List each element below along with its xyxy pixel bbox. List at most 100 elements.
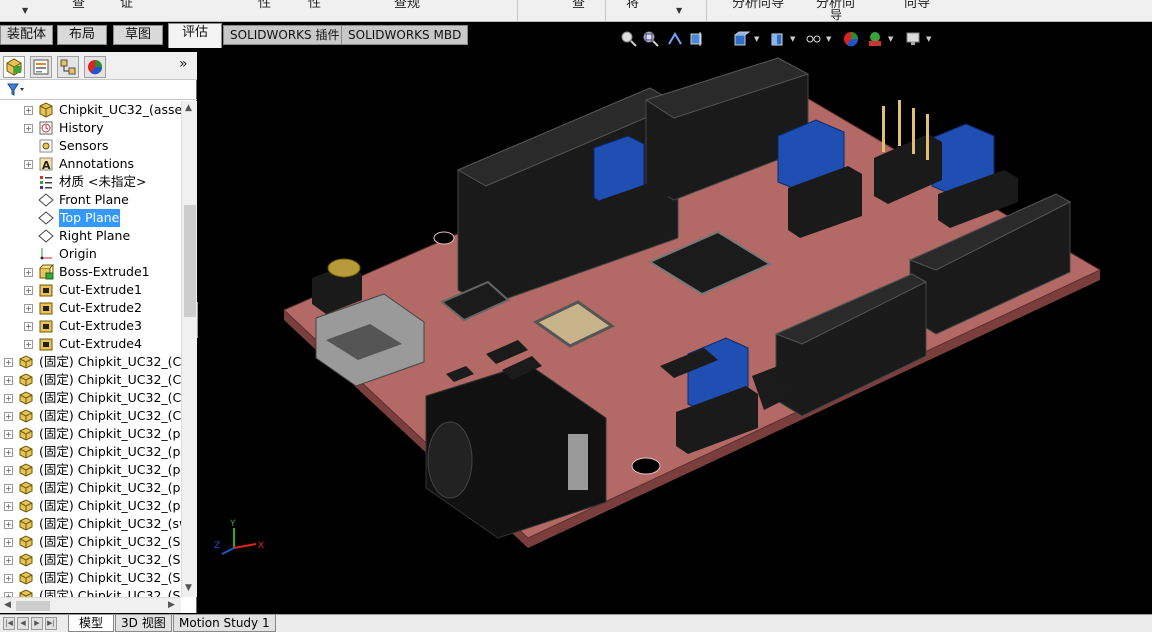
expand-icon[interactable]: + — [24, 304, 33, 313]
chevron-down-icon[interactable]: ▼ — [22, 6, 28, 15]
ribbon-fragment[interactable]: 性 — [308, 0, 321, 11]
filter-icon[interactable] — [6, 82, 26, 101]
pcb-3d-model[interactable]: X Y Z — [198, 48, 1152, 613]
tree-item[interactable]: + (固定) Chipkit_UC32_(Co — [0, 389, 181, 407]
ribbon-fragment[interactable]: 查 — [572, 0, 585, 11]
ribbon-fragment[interactable]: 向导 — [904, 0, 930, 11]
first-tab-button[interactable]: |◀ — [3, 617, 15, 630]
property-manager-icon[interactable] — [30, 56, 52, 78]
tree-vertical-scrollbar[interactable]: ▲ ▼ — [181, 101, 197, 597]
scroll-right-icon[interactable]: ▶ — [168, 600, 175, 610]
tree-item[interactable]: + (固定) Chipkit_UC32_(Co — [0, 407, 181, 425]
tree-item[interactable]: + (固定) Chipkit_UC32_(pin — [0, 461, 181, 479]
tree-item[interactable]: + (固定) Chipkit_UC32_(pin — [0, 479, 181, 497]
scroll-left-icon[interactable]: ◀ — [4, 600, 11, 610]
display-manager-icon[interactable] — [84, 56, 106, 78]
ribbon-fragment[interactable]: 分析向导 — [732, 0, 784, 11]
chevron-down-icon[interactable]: ▼ — [676, 6, 682, 15]
expand-icon[interactable]: + — [4, 574, 13, 583]
scroll-down-icon[interactable]: ▼ — [185, 583, 192, 593]
tree-item[interactable]: Top Plane — [0, 209, 181, 227]
tree-item[interactable]: + (固定) Chipkit_UC32_(Sot — [0, 587, 181, 597]
tree-item[interactable]: + (固定) Chipkit_UC32_(Sot — [0, 551, 181, 569]
apply-scene-icon[interactable] — [866, 30, 884, 48]
tree-item[interactable]: Right Plane — [0, 227, 181, 245]
section-view-icon[interactable] — [688, 30, 706, 48]
tab-motion-study-1[interactable]: Motion Study 1 — [173, 615, 276, 632]
expand-icon[interactable]: + — [4, 376, 13, 385]
tree-item[interactable]: + History — [0, 119, 181, 137]
ribbon-fragment[interactable]: 导 — [830, 6, 842, 21]
tab-sketch[interactable]: 草图 — [113, 25, 164, 45]
tree-item[interactable]: Front Plane — [0, 191, 181, 209]
expand-icon[interactable]: + — [24, 286, 33, 295]
scroll-up-icon[interactable]: ▲ — [185, 103, 192, 113]
tree-item[interactable]: + (固定) Chipkit_UC32_(pin — [0, 497, 181, 515]
tree-item[interactable]: Origin — [0, 245, 181, 263]
configuration-manager-icon[interactable] — [57, 56, 79, 78]
expand-icon[interactable]: + — [4, 466, 13, 475]
graphics-area[interactable]: X Y Z — [198, 48, 1152, 613]
view-settings-icon[interactable] — [904, 30, 922, 48]
tree-item[interactable]: + (固定) Chipkit_UC32_(swi — [0, 515, 181, 533]
expand-icon[interactable]: + — [4, 358, 13, 367]
expand-icon[interactable]: + — [24, 124, 33, 133]
tree-item[interactable]: + A Annotations — [0, 155, 181, 173]
expand-icon[interactable]: + — [24, 268, 33, 277]
expand-icon[interactable]: + — [4, 448, 13, 457]
tab-3d-views[interactable]: 3D 视图 — [115, 615, 172, 632]
tree-item[interactable]: + Cut-Extrude2 — [0, 299, 181, 317]
expand-icon[interactable]: + — [4, 412, 13, 421]
zoom-to-area-icon[interactable] — [642, 30, 660, 48]
tree-item[interactable]: + (固定) Chipkit_UC32_(Sot — [0, 569, 181, 587]
hide-show-items-icon[interactable] — [804, 30, 822, 48]
tab-model[interactable]: 模型 — [68, 615, 115, 632]
expand-icon[interactable]: + — [24, 340, 33, 349]
prev-tab-button[interactable]: ◀ — [17, 617, 29, 630]
feature-manager-icon[interactable] — [3, 56, 25, 78]
expand-icon[interactable]: + — [24, 322, 33, 331]
tree-horizontal-scrollbar[interactable]: ◀ ▶ — [0, 597, 181, 613]
expand-icon[interactable]: + — [4, 538, 13, 547]
panel-more-button[interactable]: » — [179, 56, 188, 72]
tab-evaluate[interactable]: 评估 — [168, 23, 223, 48]
tree-item[interactable]: + (固定) Chipkit_UC32_(Co — [0, 371, 181, 389]
tree-item[interactable]: + (固定) Chipkit_UC32_(pin — [0, 425, 181, 443]
ribbon-fragment[interactable]: 证 — [120, 0, 133, 11]
expand-icon[interactable]: + — [4, 520, 13, 529]
expand-icon[interactable]: + — [4, 484, 13, 493]
tab-assembly[interactable]: 装配体 — [0, 25, 54, 45]
view-orientation-icon[interactable] — [732, 30, 751, 48]
scrollbar-thumb[interactable] — [16, 601, 50, 611]
tree-item[interactable]: + Cut-Extrude1 — [0, 281, 181, 299]
tree-item[interactable]: + Chipkit_UC32_(assem — [0, 101, 181, 119]
expand-icon[interactable]: + — [4, 502, 13, 511]
tree-item[interactable]: 材质 <未指定> — [0, 173, 181, 191]
zoom-to-fit-icon[interactable] — [620, 30, 638, 48]
tree-item[interactable]: + Cut-Extrude3 — [0, 317, 181, 335]
ribbon-fragment[interactable]: 将 — [626, 0, 639, 11]
edit-appearance-icon[interactable] — [842, 30, 860, 48]
tree-item[interactable]: + (固定) Chipkit_UC32_(Sm — [0, 533, 181, 551]
tree-item[interactable]: + (固定) Chipkit_UC32_(pin — [0, 443, 181, 461]
expand-icon[interactable]: + — [4, 430, 13, 439]
ribbon-fragment[interactable]: 查 — [72, 0, 85, 11]
display-style-icon[interactable] — [768, 30, 786, 48]
previous-view-icon[interactable] — [666, 30, 684, 48]
expand-icon[interactable]: + — [4, 394, 13, 403]
tree-item[interactable]: + (固定) Chipkit_UC32_(Co — [0, 353, 181, 371]
tab-solidworks-addins[interactable]: SOLIDWORKS 插件 — [223, 25, 347, 45]
ribbon-fragment[interactable]: 性 — [258, 0, 271, 11]
next-tab-button[interactable]: ▶ — [31, 617, 43, 630]
tab-solidworks-mbd[interactable]: SOLIDWORKS MBD — [341, 25, 469, 45]
tab-layout[interactable]: 布局 — [57, 25, 108, 45]
last-tab-button[interactable]: ▶| — [45, 617, 57, 630]
expand-icon[interactable]: + — [4, 556, 13, 565]
tree-item[interactable]: + Boss-Extrude1 — [0, 263, 181, 281]
expand-icon[interactable]: + — [24, 106, 33, 115]
ribbon-fragment[interactable]: 查规 — [394, 0, 420, 11]
tree-item[interactable]: Sensors — [0, 137, 181, 155]
expand-icon[interactable]: + — [24, 160, 33, 169]
tree-item[interactable]: + Cut-Extrude4 — [0, 335, 181, 353]
scrollbar-thumb[interactable] — [184, 205, 196, 317]
